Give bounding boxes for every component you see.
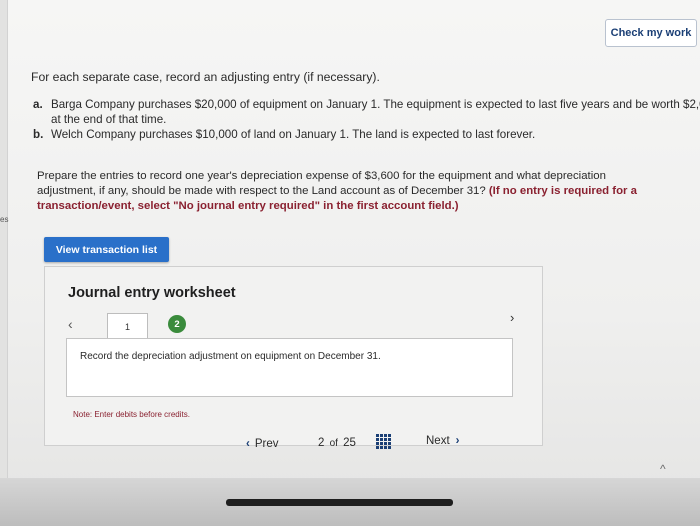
view-transaction-list-button[interactable]: View transaction list xyxy=(44,237,169,262)
instructions: Prepare the entries to record one year's… xyxy=(37,169,667,214)
worksheet-next-arrow-icon[interactable]: › xyxy=(510,310,514,325)
grid-view-icon[interactable] xyxy=(376,434,391,449)
case-a-text: Barga Company purchases $20,000 of equip… xyxy=(51,98,700,126)
prev-button[interactable]: ‹ Prev xyxy=(246,438,279,450)
case-b-letter: b. xyxy=(33,128,44,141)
chevron-right-icon: › xyxy=(455,435,460,447)
next-button[interactable]: Next › xyxy=(426,435,460,447)
worksheet-tab-1[interactable]: 1 xyxy=(107,313,148,340)
case-b: b. Welch Company purchases $10,000 of la… xyxy=(33,128,693,143)
problem-intro: For each separate case, record an adjust… xyxy=(31,70,380,84)
case-a: a. Barga Company purchases $20,000 of eq… xyxy=(33,98,700,127)
left-edge-panel xyxy=(0,0,8,526)
worksheet-title: Journal entry worksheet xyxy=(68,285,236,301)
page-total: 25 xyxy=(343,437,356,449)
page-of-label: of xyxy=(329,438,338,449)
worksheet-tab-2[interactable]: 2 xyxy=(168,315,186,333)
case-b-text: Welch Company purchases $10,000 of land … xyxy=(51,128,536,141)
screen: es Check my work For each separate case,… xyxy=(0,0,700,526)
edge-text: es xyxy=(0,215,9,224)
case-a-letter: a. xyxy=(33,98,43,111)
check-my-work-button[interactable]: Check my work xyxy=(605,19,697,47)
page-current: 2 xyxy=(318,437,325,449)
worksheet-note: Note: Enter debits before credits. xyxy=(73,410,190,419)
caret-up-icon: ^ xyxy=(660,462,666,476)
worksheet-prev-arrow-icon[interactable]: ‹ xyxy=(68,316,73,332)
page-indicator: 2 of 25 xyxy=(318,437,356,449)
record-instruction-text: Record the depreciation adjustment on eq… xyxy=(80,351,381,362)
record-instruction-box xyxy=(66,338,513,397)
prev-label: Prev xyxy=(254,438,279,450)
next-label: Next xyxy=(426,435,450,447)
bezel-bar xyxy=(226,499,453,506)
chevron-left-icon: ‹ xyxy=(246,438,250,450)
